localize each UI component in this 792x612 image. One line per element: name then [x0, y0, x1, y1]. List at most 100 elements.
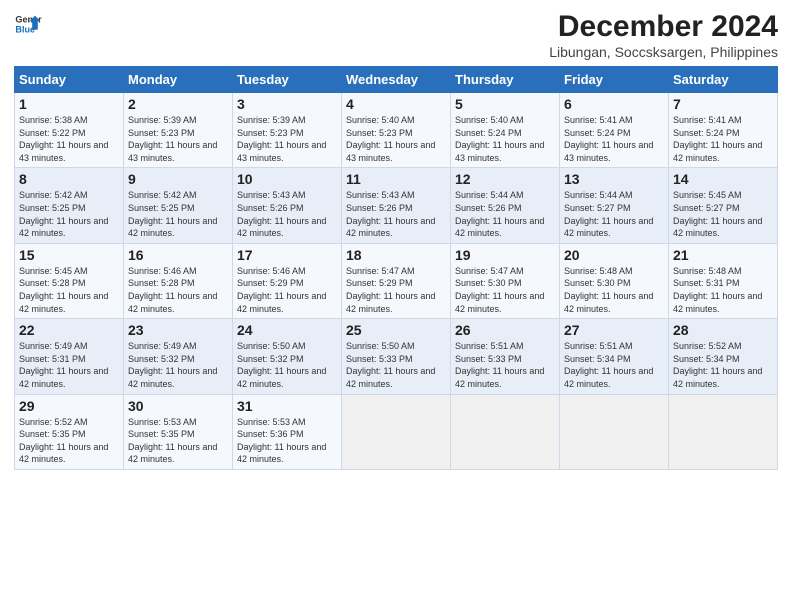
- day-number: 26: [455, 322, 555, 338]
- day-content: Sunrise: 5:40 AM Sunset: 5:24 PM Dayligh…: [455, 114, 555, 164]
- calendar-week-row: 29Sunrise: 5:52 AM Sunset: 5:35 PM Dayli…: [15, 394, 778, 469]
- table-row: 10Sunrise: 5:43 AM Sunset: 5:26 PM Dayli…: [233, 168, 342, 243]
- table-row: 8Sunrise: 5:42 AM Sunset: 5:25 PM Daylig…: [15, 168, 124, 243]
- day-content: Sunrise: 5:49 AM Sunset: 5:32 PM Dayligh…: [128, 340, 228, 390]
- day-number: 24: [237, 322, 337, 338]
- col-tuesday: Tuesday: [233, 67, 342, 93]
- day-number: 28: [673, 322, 773, 338]
- table-row: 23 Sunrise: 5:49 AM Sunset: 5:32 PM Dayli…: [124, 319, 233, 394]
- day-content: Sunrise: 5:42 AM Sunset: 5:25 PM Dayligh…: [128, 189, 228, 239]
- subtitle: Libungan, Soccsksargen, Philippines: [549, 44, 778, 60]
- day-number: 18: [346, 247, 446, 263]
- calendar-page: General Blue December 2024 Libungan, Soc…: [0, 0, 792, 612]
- table-row: 18 Sunrise: 5:47 AM Sunset: 5:29 PM Dayli…: [342, 243, 451, 318]
- day-number: 5: [455, 96, 555, 112]
- table-row: 11Sunrise: 5:43 AM Sunset: 5:26 PM Dayli…: [342, 168, 451, 243]
- day-number: 27: [564, 322, 664, 338]
- table-row: 30 Sunrise: 5:53 AM Sunset: 5:35 PM Dayli…: [124, 394, 233, 469]
- day-number: 17: [237, 247, 337, 263]
- calendar-week-row: 1Sunrise: 5:38 AM Sunset: 5:22 PM Daylig…: [15, 93, 778, 168]
- day-number: 16: [128, 247, 228, 263]
- calendar-week-row: 22Sunrise: 5:49 AM Sunset: 5:31 PM Dayli…: [15, 319, 778, 394]
- table-row: 16 Sunrise: 5:46 AM Sunset: 5:28 PM Dayli…: [124, 243, 233, 318]
- calendar-table: Sunday Monday Tuesday Wednesday Thursday…: [14, 66, 778, 470]
- day-content: Sunrise: 5:41 AM Sunset: 5:24 PM Dayligh…: [673, 114, 773, 164]
- day-number: 13: [564, 171, 664, 187]
- table-row: 25 Sunrise: 5:50 AM Sunset: 5:33 PM Dayli…: [342, 319, 451, 394]
- day-number: 22: [19, 322, 119, 338]
- day-content: Sunrise: 5:44 AM Sunset: 5:26 PM Dayligh…: [455, 189, 555, 239]
- day-number: 4: [346, 96, 446, 112]
- day-number: 2: [128, 96, 228, 112]
- day-content: Sunrise: 5:52 AM Sunset: 5:34 PM Dayligh…: [673, 340, 773, 390]
- day-content: Sunrise: 5:48 AM Sunset: 5:31 PM Dayligh…: [673, 265, 773, 315]
- day-content: Sunrise: 5:50 AM Sunset: 5:33 PM Dayligh…: [346, 340, 446, 390]
- table-row: 15 Sunrise: 5:45 AM Sunset: 5:28 PM Dayli…: [15, 243, 124, 318]
- day-content: Sunrise: 5:53 AM Sunset: 5:36 PM Dayligh…: [237, 416, 337, 466]
- table-row: 9 Sunrise: 5:42 AM Sunset: 5:25 PM Daylig…: [124, 168, 233, 243]
- table-row: [560, 394, 669, 469]
- col-monday: Monday: [124, 67, 233, 93]
- day-number: 9: [128, 171, 228, 187]
- day-content: Sunrise: 5:39 AM Sunset: 5:23 PM Dayligh…: [237, 114, 337, 164]
- day-content: Sunrise: 5:40 AM Sunset: 5:23 PM Dayligh…: [346, 114, 446, 164]
- day-number: 10: [237, 171, 337, 187]
- main-title: December 2024: [549, 10, 778, 44]
- day-content: Sunrise: 5:48 AM Sunset: 5:30 PM Dayligh…: [564, 265, 664, 315]
- day-content: Sunrise: 5:42 AM Sunset: 5:25 PM Dayligh…: [19, 189, 119, 239]
- table-row: 1Sunrise: 5:38 AM Sunset: 5:22 PM Daylig…: [15, 93, 124, 168]
- day-number: 1: [19, 96, 119, 112]
- table-row: 24 Sunrise: 5:50 AM Sunset: 5:32 PM Dayli…: [233, 319, 342, 394]
- day-content: Sunrise: 5:45 AM Sunset: 5:28 PM Dayligh…: [19, 265, 119, 315]
- table-row: 7 Sunrise: 5:41 AM Sunset: 5:24 PM Daylig…: [669, 93, 778, 168]
- day-number: 30: [128, 398, 228, 414]
- day-number: 25: [346, 322, 446, 338]
- table-row: 14 Sunrise: 5:45 AM Sunset: 5:27 PM Dayli…: [669, 168, 778, 243]
- table-row: 19 Sunrise: 5:47 AM Sunset: 5:30 PM Dayli…: [451, 243, 560, 318]
- table-row: [669, 394, 778, 469]
- table-row: 26 Sunrise: 5:51 AM Sunset: 5:33 PM Dayli…: [451, 319, 560, 394]
- table-row: 13 Sunrise: 5:44 AM Sunset: 5:27 PM Dayli…: [560, 168, 669, 243]
- day-content: Sunrise: 5:39 AM Sunset: 5:23 PM Dayligh…: [128, 114, 228, 164]
- day-content: Sunrise: 5:46 AM Sunset: 5:28 PM Dayligh…: [128, 265, 228, 315]
- table-row: 17 Sunrise: 5:46 AM Sunset: 5:29 PM Dayli…: [233, 243, 342, 318]
- day-number: 6: [564, 96, 664, 112]
- title-block: December 2024 Libungan, Soccsksargen, Ph…: [549, 10, 778, 60]
- day-content: Sunrise: 5:51 AM Sunset: 5:33 PM Dayligh…: [455, 340, 555, 390]
- table-row: 2 Sunrise: 5:39 AM Sunset: 5:23 PM Daylig…: [124, 93, 233, 168]
- table-row: [451, 394, 560, 469]
- day-number: 14: [673, 171, 773, 187]
- table-row: 12 Sunrise: 5:44 AM Sunset: 5:26 PM Dayli…: [451, 168, 560, 243]
- day-content: Sunrise: 5:51 AM Sunset: 5:34 PM Dayligh…: [564, 340, 664, 390]
- day-content: Sunrise: 5:44 AM Sunset: 5:27 PM Dayligh…: [564, 189, 664, 239]
- col-saturday: Saturday: [669, 67, 778, 93]
- col-thursday: Thursday: [451, 67, 560, 93]
- table-row: 31 Sunrise: 5:53 AM Sunset: 5:36 PM Dayli…: [233, 394, 342, 469]
- day-number: 11: [346, 171, 446, 187]
- header-row: Sunday Monday Tuesday Wednesday Thursday…: [15, 67, 778, 93]
- table-row: 28 Sunrise: 5:52 AM Sunset: 5:34 PM Dayli…: [669, 319, 778, 394]
- day-content: Sunrise: 5:50 AM Sunset: 5:32 PM Dayligh…: [237, 340, 337, 390]
- day-content: Sunrise: 5:45 AM Sunset: 5:27 PM Dayligh…: [673, 189, 773, 239]
- day-number: 7: [673, 96, 773, 112]
- day-number: 31: [237, 398, 337, 414]
- day-number: 3: [237, 96, 337, 112]
- logo: General Blue: [14, 10, 42, 38]
- day-content: Sunrise: 5:47 AM Sunset: 5:29 PM Dayligh…: [346, 265, 446, 315]
- day-number: 12: [455, 171, 555, 187]
- table-row: 29Sunrise: 5:52 AM Sunset: 5:35 PM Dayli…: [15, 394, 124, 469]
- day-content: Sunrise: 5:46 AM Sunset: 5:29 PM Dayligh…: [237, 265, 337, 315]
- day-number: 15: [19, 247, 119, 263]
- day-content: Sunrise: 5:47 AM Sunset: 5:30 PM Dayligh…: [455, 265, 555, 315]
- table-row: 21Sunrise: 5:48 AM Sunset: 5:31 PM Dayli…: [669, 243, 778, 318]
- table-row: [342, 394, 451, 469]
- day-number: 20: [564, 247, 664, 263]
- day-number: 29: [19, 398, 119, 414]
- day-number: 19: [455, 247, 555, 263]
- col-friday: Friday: [560, 67, 669, 93]
- page-header: General Blue December 2024 Libungan, Soc…: [14, 10, 778, 60]
- table-row: 6Sunrise: 5:41 AM Sunset: 5:24 PM Daylig…: [560, 93, 669, 168]
- day-content: Sunrise: 5:53 AM Sunset: 5:35 PM Dayligh…: [128, 416, 228, 466]
- calendar-week-row: 8Sunrise: 5:42 AM Sunset: 5:25 PM Daylig…: [15, 168, 778, 243]
- day-number: 23: [128, 322, 228, 338]
